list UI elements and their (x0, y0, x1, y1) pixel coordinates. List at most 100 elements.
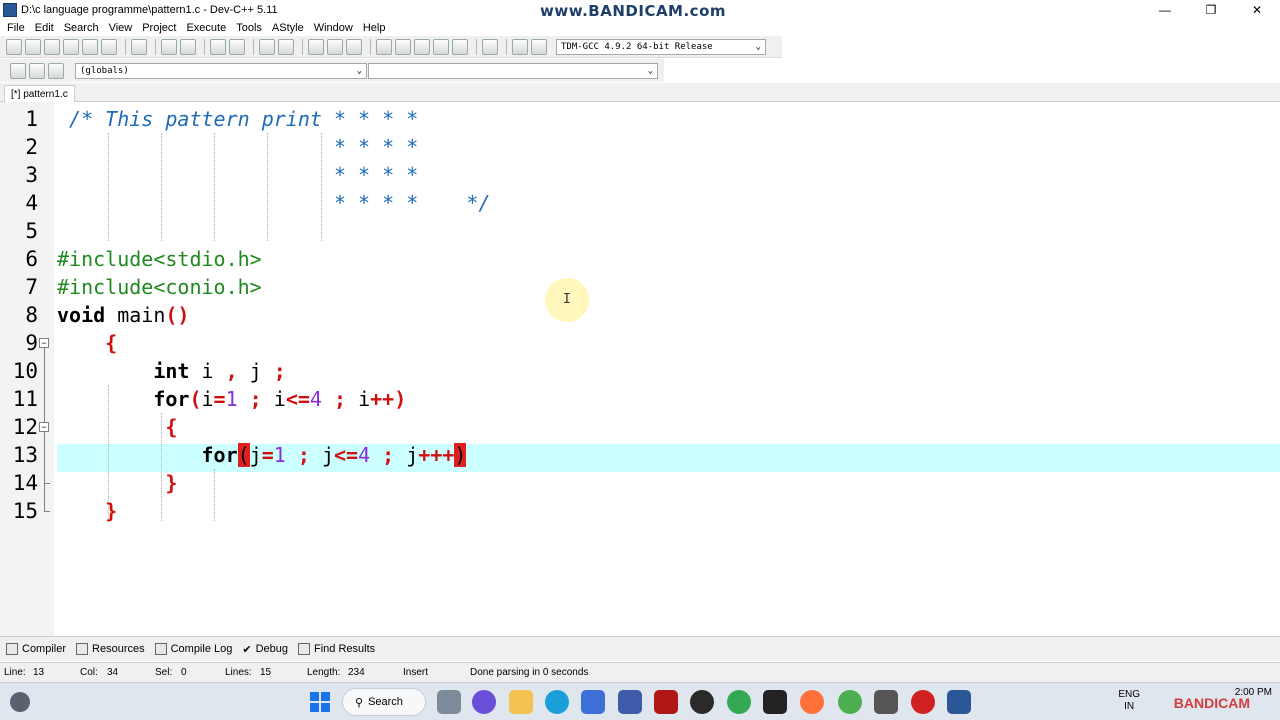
code-token: () (165, 303, 190, 327)
chrome-profile-icon[interactable] (838, 690, 862, 714)
code-editor[interactable]: 1 2 3 4 5 6 7 8 9 10 11 12 13 14 15− − /* This pattern … (0, 102, 1280, 636)
code-line[interactable]: } (57, 497, 117, 525)
open-file-icon[interactable] (25, 38, 41, 55)
file-explorer-icon[interactable] (509, 690, 533, 714)
fold-toggle-icon[interactable]: − (39, 338, 49, 348)
media-player-icon[interactable] (690, 690, 714, 714)
toggle-comment-icon[interactable] (29, 62, 45, 79)
profile-chart-icon[interactable] (512, 38, 528, 55)
devcpp-taskbar-icon[interactable] (947, 690, 971, 714)
chat-app-icon[interactable] (472, 690, 496, 714)
task-view-icon[interactable] (437, 690, 461, 714)
symbol-select[interactable]: ⌄ (368, 62, 658, 79)
menu-execute[interactable]: Execute (181, 22, 231, 34)
menu-astyle[interactable]: AStyle (267, 22, 309, 34)
code-editor-app-icon[interactable] (618, 690, 642, 714)
code-line[interactable]: for(j=1 ; j<=4 ; j+++) (57, 441, 467, 469)
tab-pattern1[interactable]: [*] pattern1.c (4, 85, 75, 102)
undo-icon[interactable] (161, 38, 177, 55)
bookmark-icon[interactable] (346, 38, 362, 55)
chrome-icon[interactable] (727, 690, 751, 714)
close-all-icon[interactable] (101, 38, 117, 55)
code-line[interactable]: #include<stdio.h> (57, 245, 262, 273)
code-line[interactable]: /* This pattern print * * * * (57, 105, 418, 133)
menu-project[interactable]: Project (137, 22, 181, 34)
code-line[interactable]: * * * * (57, 133, 418, 161)
code-line[interactable]: { (57, 413, 177, 441)
save-icon[interactable] (44, 38, 60, 55)
maximize-button[interactable]: ❐ (1188, 0, 1234, 20)
code-token: i (358, 387, 371, 411)
code-line[interactable]: * * * * */ (57, 189, 491, 217)
status-lines-label: Lines: (225, 667, 252, 678)
compiler-select-value: TDM-GCC 4.9.2 64-bit Release (561, 41, 713, 52)
compiler-select[interactable]: TDM-GCC 4.9.2 64-bit Release ⌄ (556, 38, 766, 55)
menu-edit[interactable]: Edit (30, 22, 59, 34)
goto-icon[interactable] (48, 62, 64, 79)
replace-icon[interactable] (229, 38, 245, 55)
edge-browser-icon[interactable] (545, 690, 569, 714)
tab-resources[interactable]: Resources (76, 643, 145, 655)
compile-run-icon[interactable] (414, 38, 430, 55)
bandicam-record-icon[interactable] (911, 690, 935, 714)
unindent-icon[interactable] (278, 38, 294, 55)
indent-icon[interactable] (259, 38, 275, 55)
debug-icon[interactable] (531, 38, 547, 55)
taskbar-search[interactable]: ⚲ Search (342, 688, 426, 716)
code-line[interactable]: void main() (57, 301, 189, 329)
tab-compile-log[interactable]: Compile Log (154, 643, 232, 655)
code-token: ) (454, 443, 467, 467)
code-line[interactable]: } (57, 469, 177, 497)
menu-search[interactable]: Search (59, 22, 104, 34)
code-line[interactable]: * * * * (57, 161, 418, 189)
code-line[interactable]: { (57, 329, 117, 357)
goto-left-icon[interactable] (308, 38, 324, 55)
new-file-icon[interactable] (6, 38, 22, 55)
tab-compiler[interactable]: Compiler (6, 643, 66, 655)
tab-debug[interactable]: ✔ Debug (242, 643, 288, 656)
creative-app-icon[interactable] (763, 690, 787, 714)
code-line[interactable]: #include<conio.h> (57, 273, 262, 301)
line-number: 11 (12, 387, 38, 411)
start-button[interactable] (310, 692, 330, 712)
print-icon[interactable] (131, 38, 147, 55)
menu-tools[interactable]: Tools (231, 22, 267, 34)
fold-toggle-icon[interactable]: − (39, 422, 49, 432)
code-token: ++) (370, 387, 407, 411)
check-syntax-icon[interactable] (452, 38, 468, 55)
code-token: = (213, 387, 226, 411)
weather-widget-icon[interactable] (10, 692, 30, 712)
run-icon[interactable] (395, 38, 411, 55)
mcafee-icon[interactable] (654, 690, 678, 714)
code-line[interactable]: int i , j ; (57, 357, 285, 385)
menu-help[interactable]: Help (358, 22, 391, 34)
close-file-icon[interactable] (82, 38, 98, 55)
code-area[interactable]: /* This pattern print * * * * * * * * * … (57, 102, 1280, 636)
goto-right-icon[interactable] (327, 38, 343, 55)
status-sel-value: 0 (181, 667, 187, 678)
tab-find-results[interactable]: Find Results (298, 643, 375, 655)
language-indicator[interactable]: ENG IN (1118, 689, 1140, 713)
compile-icon[interactable] (376, 38, 392, 55)
status-message: Done parsing in 0 seconds (470, 667, 589, 678)
save-all-icon[interactable] (63, 38, 79, 55)
tab-debug-label: Debug (255, 643, 288, 655)
close-button[interactable]: ✕ (1234, 0, 1280, 20)
menu-view[interactable]: View (104, 22, 138, 34)
minimize-button[interactable]: — (1142, 0, 1188, 20)
store-icon[interactable] (581, 690, 605, 714)
tools-app-icon[interactable] (874, 690, 898, 714)
system-clock[interactable]: 2:00 PM (1235, 687, 1272, 699)
code-token: { (105, 331, 118, 355)
insert-icon[interactable] (10, 62, 26, 79)
stop-execution-icon[interactable] (482, 38, 498, 55)
rebuild-icon[interactable] (433, 38, 449, 55)
scope-select[interactable]: (globals) ⌄ (75, 62, 367, 79)
find-icon[interactable] (210, 38, 226, 55)
code-line[interactable]: for(i=1 ; i<=4 ; i++) (57, 385, 406, 413)
firefox-icon[interactable] (800, 690, 824, 714)
redo-icon[interactable] (180, 38, 196, 55)
code-token: ( (237, 443, 250, 467)
menu-file[interactable]: File (2, 22, 30, 34)
menu-window[interactable]: Window (309, 22, 358, 34)
